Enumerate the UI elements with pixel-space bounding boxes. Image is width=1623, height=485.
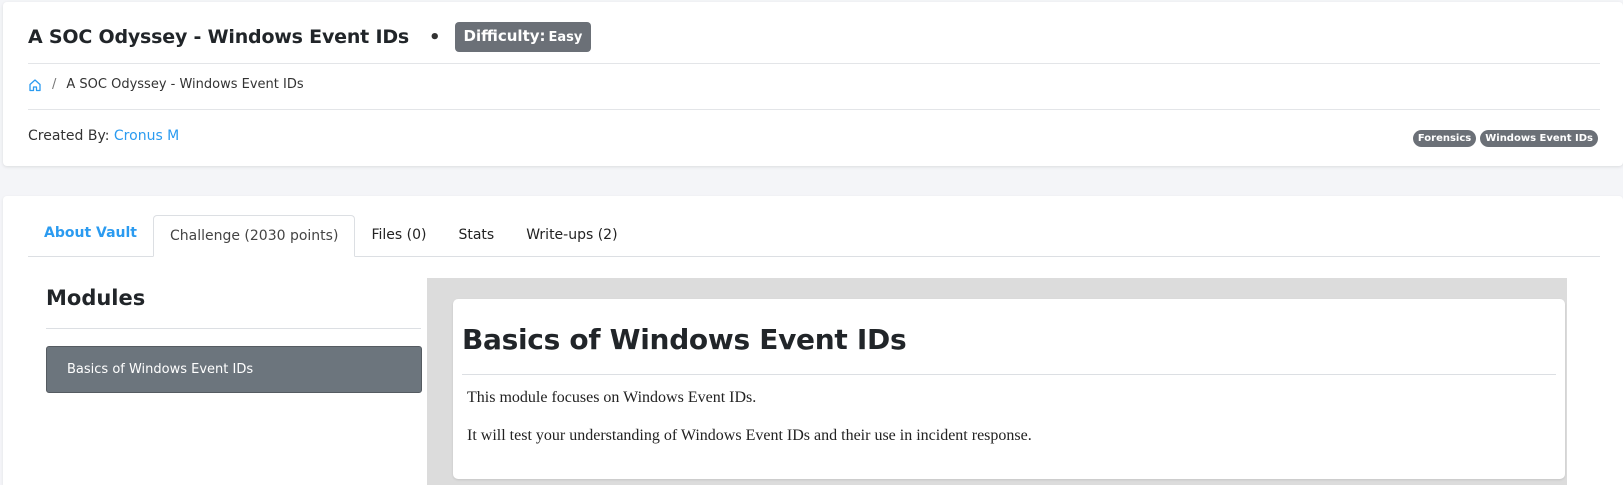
module-description-2: It will test your understanding of Windo…	[467, 427, 1032, 444]
title-separator: •	[429, 26, 441, 48]
home-icon[interactable]	[28, 78, 42, 92]
tab-write-ups[interactable]: Write-ups (2)	[510, 215, 633, 256]
created-by-label: Created By:	[28, 128, 110, 144]
breadcrumb-separator: /	[52, 77, 57, 92]
module-description-1: This module focuses on Windows Event IDs…	[467, 389, 757, 406]
header-divider	[28, 63, 1600, 64]
difficulty-badge: Difficulty: Easy	[454, 22, 592, 52]
breadcrumb-current: A SOC Odyssey - Windows Event IDs	[66, 77, 304, 92]
difficulty-value: Easy	[548, 30, 583, 45]
tab-challenge[interactable]: Challenge (2030 points)	[152, 215, 356, 257]
tab-about-vault[interactable]: About Vault	[28, 215, 153, 256]
breadcrumb-divider	[28, 109, 1600, 110]
difficulty-label: Difficulty:	[463, 27, 546, 45]
module-content-area: Basics of Windows Event IDs This module …	[427, 278, 1567, 485]
modules-heading: Modules	[46, 286, 146, 310]
tag-forensics[interactable]: Forensics	[1412, 130, 1477, 147]
modules-divider	[46, 328, 421, 329]
tab-files[interactable]: Files (0)	[355, 215, 442, 256]
tab-stats[interactable]: Stats	[442, 215, 510, 256]
module-item-basics[interactable]: Basics of Windows Event IDs	[46, 346, 422, 393]
tag-windows-event-ids[interactable]: Windows Event IDs	[1480, 130, 1598, 147]
main-card: About Vault Challenge (2030 points) File…	[3, 196, 1623, 485]
module-content-card: Basics of Windows Event IDs This module …	[453, 299, 1565, 479]
module-content-divider	[462, 374, 1556, 375]
module-content-title: Basics of Windows Event IDs	[462, 323, 907, 356]
tag-list: Forensics Windows Event IDs	[1412, 130, 1598, 147]
created-by: Created By: Cronus M	[28, 128, 179, 144]
breadcrumb: / A SOC Odyssey - Windows Event IDs	[28, 77, 304, 92]
title-row: A SOC Odyssey - Windows Event IDs • Diff…	[28, 20, 592, 54]
page-title: A SOC Odyssey - Windows Event IDs	[28, 26, 410, 48]
tab-bar: About Vault Challenge (2030 points) File…	[28, 215, 1600, 257]
header-card: A SOC Odyssey - Windows Event IDs • Diff…	[3, 2, 1623, 166]
author-link[interactable]: Cronus M	[114, 128, 179, 144]
